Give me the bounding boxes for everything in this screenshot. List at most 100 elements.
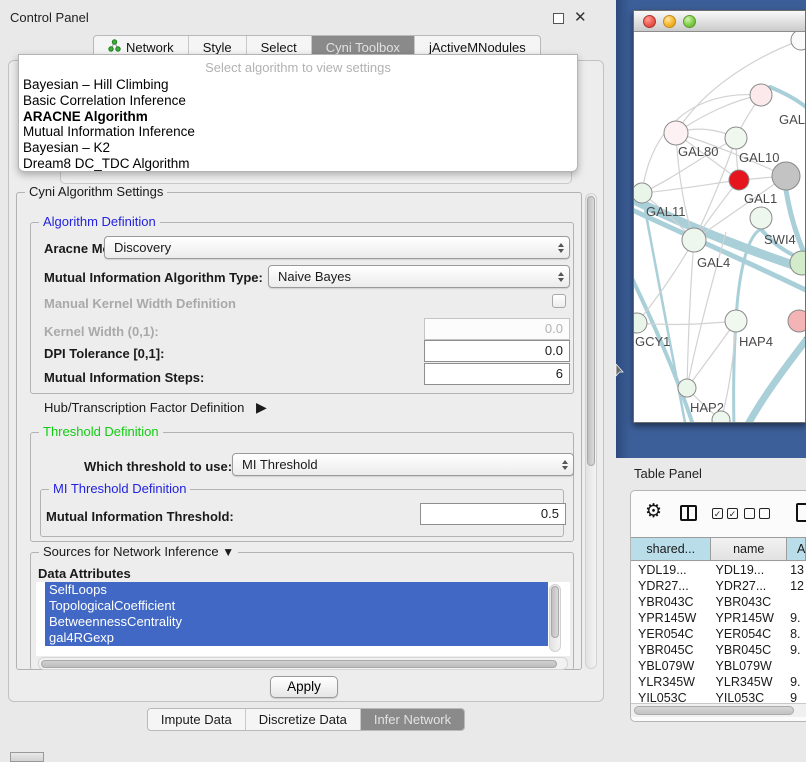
network-node-Y[interactable]	[788, 310, 805, 332]
table-horizontal-scrollbar[interactable]	[631, 703, 806, 717]
table-cell: YBR043C	[712, 594, 788, 610]
mi-steps-label: Mutual Information Steps:	[44, 370, 204, 385]
column-header-name[interactable]: name	[711, 538, 787, 560]
popup-item[interactable]: ARACNE Algorithm	[19, 109, 577, 125]
table-row[interactable]: YER054CYER054C8.	[631, 626, 806, 642]
attributes-horizontal-scrollbar[interactable]	[38, 657, 568, 670]
table-cell: YER054C	[712, 626, 788, 642]
network-node-GAL10[interactable]	[725, 127, 747, 149]
node-label: GAL	[779, 112, 805, 127]
attribute-item[interactable]: SelfLoops	[45, 582, 548, 598]
tab-impute-data[interactable]: Impute Data	[148, 709, 245, 730]
network-node[interactable]	[772, 162, 800, 190]
network-node-GAL1[interactable]	[729, 170, 749, 190]
tab-infer-network[interactable]: Infer Network	[360, 709, 464, 730]
apply-button[interactable]: Apply	[270, 676, 338, 698]
table-row[interactable]: YBR043CYBR043C	[631, 594, 806, 610]
select-all-icon-2[interactable]: ✓	[727, 508, 738, 519]
attributes-vertical-scrollbar[interactable]	[549, 584, 561, 652]
network-node-GAL11[interactable]	[634, 183, 652, 203]
table-cell: YDL19...	[631, 562, 712, 578]
network-canvas[interactable]: GALGAL80GAL10GAL1GAL11SWI4GAL4GCY1HAP4YH…	[634, 32, 805, 422]
node-label: HAP4	[739, 334, 773, 349]
settings-vertical-scrollbar[interactable]	[585, 193, 597, 669]
mi-algorithm-type-select[interactable]: Naive Bayes	[268, 265, 570, 288]
mi-threshold-field[interactable]: 0.5	[420, 503, 566, 525]
table-row[interactable]: YIL053CYIL053C9	[631, 690, 806, 703]
function-builder-icon[interactable]	[796, 503, 806, 522]
table-cell	[787, 658, 806, 674]
which-threshold-select[interactable]: MI Threshold	[232, 453, 574, 476]
dpi-tolerance-field[interactable]: 0.0	[424, 340, 570, 362]
hub-definition-toggle[interactable]: Hub/Transcription Factor Definition ▶	[44, 399, 267, 416]
network-node[interactable]	[791, 32, 805, 50]
algorithm-dropdown-popup: Select algorithm to view settings Bayesi…	[18, 54, 578, 172]
deselect-all-icon[interactable]	[744, 508, 755, 519]
kernel-width-label: Kernel Width (0,1):	[44, 324, 159, 339]
minimized-panel-button[interactable]	[10, 752, 44, 762]
attribute-item[interactable]: TopologicalCoefficient	[45, 598, 548, 614]
popup-item[interactable]: Bayesian – Hill Climbing	[19, 77, 577, 93]
network-node-HAP4[interactable]	[725, 310, 747, 332]
table-row[interactable]: YDL19...YDL19...13	[631, 562, 806, 578]
table-row[interactable]: YPR145WYPR145W9.	[631, 610, 806, 626]
kernel-width-field[interactable]: 0.0	[424, 318, 570, 340]
column-header-partial[interactable]: A	[787, 538, 806, 560]
close-window-icon[interactable]	[643, 15, 656, 28]
gear-icon[interactable]: ⚙	[645, 500, 662, 523]
table-row[interactable]: YDR27...YDR27...12	[631, 578, 806, 594]
node-label: GAL10	[739, 150, 779, 165]
tab-discretize-data-label: Discretize Data	[259, 712, 347, 727]
network-node-SWI4[interactable]	[750, 207, 772, 229]
popup-item[interactable]: Bayesian – K2	[19, 140, 577, 156]
sources-legend[interactable]: Sources for Network Inference ▼	[39, 544, 238, 559]
attribute-item[interactable]: BetweennessCentrality	[45, 614, 548, 630]
data-attributes-list[interactable]: SelfLoopsTopologicalCoefficientBetweenne…	[36, 582, 570, 656]
table-row[interactable]: YBR045CYBR045C9.	[631, 642, 806, 658]
network-edge[interactable]	[676, 95, 761, 133]
zoom-window-icon[interactable]	[683, 15, 696, 28]
network-window-titlebar[interactable]	[634, 11, 805, 32]
control-panel-title: Control Panel	[10, 10, 89, 25]
settings-group-legend: Cyni Algorithm Settings	[25, 184, 167, 199]
table-cell: 13	[787, 562, 806, 578]
close-panel-icon[interactable]: ✕	[574, 8, 587, 26]
table-row[interactable]: YBL079WYBL079W	[631, 658, 806, 674]
expand-right-icon: ▶	[256, 399, 267, 415]
node-label: SWI4	[764, 232, 796, 247]
minimize-window-icon[interactable]	[663, 15, 676, 28]
columns-icon[interactable]	[680, 505, 697, 521]
mi-steps-field[interactable]: 6	[424, 363, 570, 385]
table-cell: 8.	[787, 626, 806, 642]
table-cell: 9	[787, 690, 806, 703]
popup-item[interactable]: Dream8 DC_TDC Algorithm	[19, 156, 577, 172]
table-cell: YLR345W	[631, 674, 712, 690]
manual-kernel-width-checkbox[interactable]	[552, 294, 566, 308]
network-view-window[interactable]: GALGAL80GAL10GAL1GAL11SWI4GAL4GCY1HAP4YH…	[633, 10, 806, 423]
network-node-GAL80[interactable]	[664, 121, 688, 145]
network-node-HAP2[interactable]	[678, 379, 696, 397]
column-header-shared-name[interactable]: shared...	[631, 538, 711, 560]
float-panel-icon[interactable]	[553, 13, 564, 24]
deselect-all-icon-2[interactable]	[759, 508, 770, 519]
select-all-icon[interactable]: ✓	[712, 508, 723, 519]
tab-discretize-data[interactable]: Discretize Data	[245, 709, 360, 730]
network-edge[interactable]	[642, 180, 739, 193]
table-cell: YLR345W	[712, 674, 788, 690]
attribute-item[interactable]: gal4RGexp	[45, 630, 548, 646]
sources-legend-label: Sources for Network Inference	[43, 544, 219, 559]
table-cell: YDL19...	[712, 562, 788, 578]
network-node-GCY1[interactable]	[634, 313, 647, 333]
network-node-GAL[interactable]	[750, 84, 772, 106]
network-node-GAL4[interactable]	[682, 228, 706, 252]
table-cell: YBR045C	[631, 642, 712, 658]
node-label: GAL80	[678, 144, 718, 159]
aracne-mode-select[interactable]: Discovery	[104, 236, 570, 259]
network-edge[interactable]	[770, 87, 805, 114]
table-row[interactable]: YLR345WYLR345W9.	[631, 674, 806, 690]
popup-item[interactable]: Basic Correlation Inference	[19, 93, 577, 109]
popup-item[interactable]: Mutual Information Inference	[19, 124, 577, 140]
table-cell: 9.	[787, 674, 806, 690]
which-threshold-value: MI Threshold	[242, 457, 318, 472]
network-edge[interactable]	[687, 240, 694, 388]
